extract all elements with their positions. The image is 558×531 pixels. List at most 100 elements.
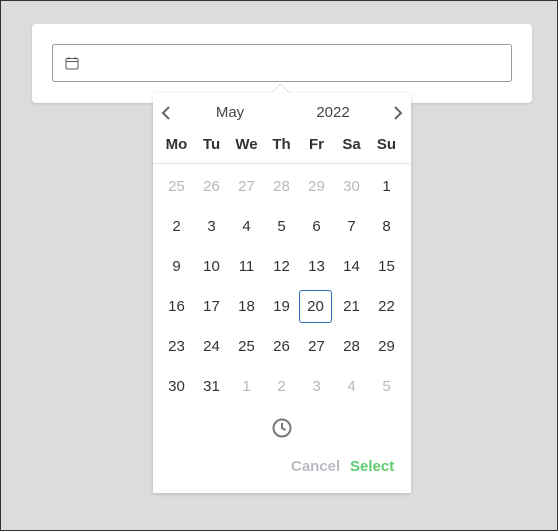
day-cell[interactable]: 4	[229, 209, 264, 249]
day-cell[interactable]: 1	[369, 169, 404, 209]
day-number: 2	[277, 378, 286, 395]
day-number: 31	[203, 378, 220, 395]
day-number: 13	[308, 258, 325, 275]
day-cell[interactable]: 29	[369, 329, 404, 369]
day-cell[interactable]: 10	[194, 249, 229, 289]
day-number: 19	[273, 298, 290, 315]
day-cell[interactable]: 27	[299, 329, 334, 369]
day-number: 27	[308, 338, 325, 355]
day-cell[interactable]: 25	[229, 329, 264, 369]
calendar-popup: May 2022 Mo Tu We Th Fr Sa Su 25 26 27 28 29 30 1 2 3 4…	[153, 83, 411, 493]
day-cell[interactable]: 5	[264, 209, 299, 249]
day-cell[interactable]: 6	[299, 209, 334, 249]
day-number: 26	[203, 178, 220, 195]
day-cell[interactable]: 11	[229, 249, 264, 289]
day-cell[interactable]: 2	[264, 369, 299, 409]
day-cell[interactable]: 13	[299, 249, 334, 289]
day-number: 1	[382, 178, 391, 195]
day-number: 3	[207, 218, 216, 235]
day-number: 6	[312, 218, 321, 235]
divider	[153, 163, 411, 164]
day-cell[interactable]: 8	[369, 209, 404, 249]
day-cell[interactable]: 4	[334, 369, 369, 409]
weekday-label: Tu	[202, 136, 221, 153]
day-cell[interactable]: 16	[159, 289, 194, 329]
day-cell[interactable]: 18	[229, 289, 264, 329]
day-cell[interactable]: 14	[334, 249, 369, 289]
day-number: 20	[299, 290, 332, 323]
select-button[interactable]: Select	[350, 458, 394, 475]
day-number: 15	[378, 258, 395, 275]
calendar-icon[interactable]	[65, 56, 79, 70]
month-label[interactable]: May	[205, 103, 255, 123]
day-cell[interactable]: 23	[159, 329, 194, 369]
year-label[interactable]: 2022	[308, 103, 358, 123]
day-cell[interactable]: 30	[334, 169, 369, 209]
day-cell[interactable]: 1	[229, 369, 264, 409]
day-number: 10	[203, 258, 220, 275]
day-number: 5	[277, 218, 286, 235]
day-number: 11	[238, 258, 255, 275]
day-cell[interactable]: 3	[194, 209, 229, 249]
weekday-label: Su	[376, 136, 397, 153]
day-cell[interactable]: 27	[229, 169, 264, 209]
day-cell[interactable]: 5	[369, 369, 404, 409]
day-number: 3	[312, 378, 321, 395]
day-number: 8	[382, 218, 391, 235]
weekday-label: Mo	[165, 136, 188, 153]
day-cell[interactable]: 7	[334, 209, 369, 249]
day-cell[interactable]: 24	[194, 329, 229, 369]
day-cell[interactable]: 28	[264, 169, 299, 209]
screen: May 2022 Mo Tu We Th Fr Sa Su 25 26 27 28 29 30 1 2 3 4…	[0, 0, 558, 531]
day-cell[interactable]: 17	[194, 289, 229, 329]
day-number: 21	[343, 298, 360, 315]
action-footer: Cancel Select	[153, 458, 411, 480]
day-cell[interactable]: 2	[159, 209, 194, 249]
day-number: 9	[172, 258, 181, 275]
day-number: 4	[347, 378, 356, 395]
day-cell[interactable]: 31	[194, 369, 229, 409]
day-number: 4	[242, 218, 251, 235]
day-cell[interactable]: 29	[299, 169, 334, 209]
weekday-label: We	[235, 136, 258, 153]
day-number: 28	[273, 178, 290, 195]
day-cell[interactable]: 30	[159, 369, 194, 409]
day-cell[interactable]: 26	[264, 329, 299, 369]
day-cell[interactable]: 25	[159, 169, 194, 209]
day-number: 2	[172, 218, 181, 235]
day-cell[interactable]: 9	[159, 249, 194, 289]
day-cell[interactable]: 21	[334, 289, 369, 329]
day-number: 24	[203, 338, 220, 355]
day-number: 25	[168, 178, 185, 195]
weekday-label: Th	[272, 136, 291, 153]
day-number: 22	[378, 298, 395, 315]
weekday-label: Sa	[342, 136, 361, 153]
day-cell[interactable]: 28	[334, 329, 369, 369]
day-number: 7	[347, 218, 356, 235]
day-number: 18	[238, 298, 255, 315]
days-grid: 25 26 27 28 29 30 1 2 3 4 5 6 7 8 9 10 11 12 13 14 15 16 17 18 1…	[159, 169, 404, 409]
day-number: 25	[238, 338, 255, 355]
day-cell[interactable]: 19	[264, 289, 299, 329]
date-input[interactable]	[52, 44, 512, 82]
day-number: 14	[343, 258, 360, 275]
cancel-button[interactable]: Cancel	[291, 458, 340, 475]
day-number: 12	[273, 258, 290, 275]
day-cell[interactable]: 26	[194, 169, 229, 209]
day-cell[interactable]: 15	[369, 249, 404, 289]
day-cell[interactable]: 3	[299, 369, 334, 409]
day-cell[interactable]: 12	[264, 249, 299, 289]
day-number: 26	[273, 338, 290, 355]
day-cell-today[interactable]: 20	[299, 289, 334, 329]
day-number: 28	[343, 338, 360, 355]
weekday-header: Mo Tu We Th Fr Sa Su	[159, 131, 404, 159]
day-number: 17	[203, 298, 220, 315]
day-cell[interactable]: 22	[369, 289, 404, 329]
day-number: 30	[168, 378, 185, 395]
day-number: 30	[343, 178, 360, 195]
next-month-button[interactable]	[388, 103, 408, 123]
clock-icon[interactable]	[271, 417, 293, 439]
prev-month-button[interactable]	[156, 103, 176, 123]
day-number: 27	[238, 178, 255, 195]
day-number: 5	[382, 378, 391, 395]
